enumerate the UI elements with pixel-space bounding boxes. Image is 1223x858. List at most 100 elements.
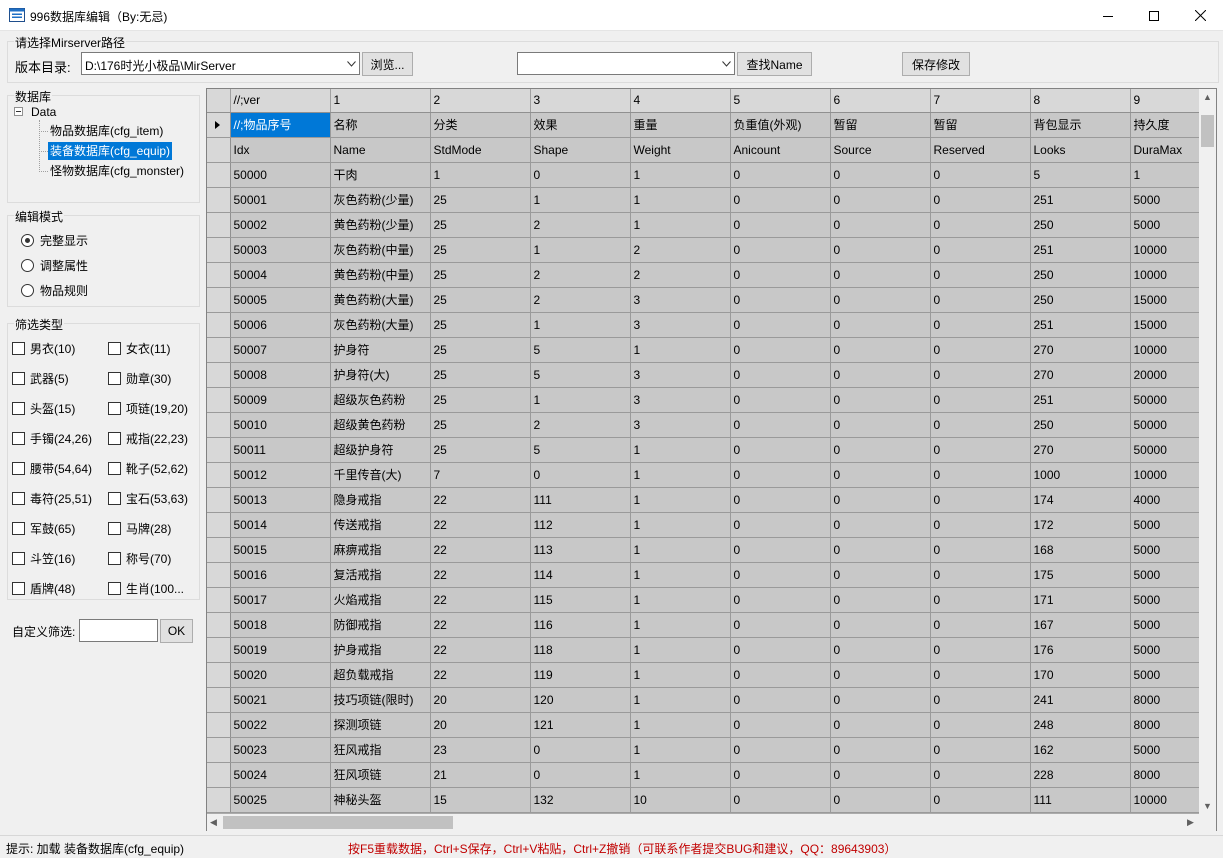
close-icon[interactable]	[1177, 0, 1223, 31]
grid-cell[interactable]: 0	[730, 712, 831, 738]
table-row[interactable]: 50000 干肉 1 0 1 0 0 0 5 1	[207, 162, 1211, 188]
grid-cell[interactable]: 0	[930, 262, 1031, 288]
grid-cell[interactable]: 0	[530, 762, 631, 788]
tree-root-data[interactable]: Data	[29, 103, 58, 121]
grid-cell[interactable]: 0	[930, 587, 1031, 613]
grid-cell[interactable]: 0	[730, 737, 831, 763]
table-row[interactable]: 50016 复活戒指 22 114 1 0 0 0 175 5000	[207, 562, 1211, 588]
grid-cell[interactable]: 270	[1030, 362, 1131, 388]
horizontal-scroll-thumb[interactable]	[223, 816, 453, 829]
grid-cell[interactable]: 15000	[1130, 287, 1211, 313]
grid-cell[interactable]: 2	[630, 237, 731, 263]
grid-cell[interactable]: Shape	[530, 137, 631, 163]
grid-cell[interactable]: 2	[530, 412, 631, 438]
grid-cell[interactable]: 防御戒指	[330, 612, 431, 638]
grid-cell[interactable]: 1	[630, 187, 731, 213]
grid-cell[interactable]: 1	[630, 687, 731, 713]
filter-checkbox[interactable]: 头盔(15)	[12, 400, 75, 416]
grid-cell[interactable]: 8000	[1130, 762, 1211, 788]
row-indicator[interactable]	[207, 712, 231, 738]
table-row[interactable]: 50004 黄色药粉(中量) 25 2 2 0 0 0 250 10000	[207, 262, 1211, 288]
grid-cell[interactable]: 0	[930, 487, 1031, 513]
grid-cell[interactable]: 隐身戒指	[330, 487, 431, 513]
vertical-scrollbar[interactable]: ▲ ▼	[1199, 89, 1216, 816]
grid-cell[interactable]: 0	[830, 237, 931, 263]
grid-cell[interactable]: 重量	[630, 112, 731, 138]
grid-cell[interactable]: 112	[530, 512, 631, 538]
grid-cell[interactable]: 25	[430, 237, 531, 263]
grid-cell[interactable]: 0	[730, 537, 831, 563]
grid-cell[interactable]: 狂风戒指	[330, 737, 431, 763]
grid-cell[interactable]: 干肉	[330, 162, 431, 188]
grid-cell[interactable]: 50000	[1130, 437, 1211, 463]
grid-cell[interactable]: 3	[630, 287, 731, 313]
table-row[interactable]: 50010 超级黄色药粉 25 2 3 0 0 0 250 50000	[207, 412, 1211, 438]
scroll-down-icon[interactable]: ▼	[1203, 801, 1212, 811]
grid-cell[interactable]: 132	[530, 787, 631, 813]
grid-cell[interactable]: 0	[730, 187, 831, 213]
grid-cell[interactable]: 113	[530, 537, 631, 563]
grid-cell[interactable]: 0	[830, 762, 931, 788]
grid-cell[interactable]: 1000	[1030, 462, 1131, 488]
grid-cell[interactable]: 5	[530, 437, 631, 463]
grid-cell[interactable]: 超级护身符	[330, 437, 431, 463]
grid-cell[interactable]: 灰色药粉(中量)	[330, 237, 431, 263]
row-indicator[interactable]	[207, 362, 231, 388]
grid-cell[interactable]: 0	[730, 662, 831, 688]
grid-cell[interactable]: Source	[830, 137, 931, 163]
grid-cell[interactable]: 0	[730, 762, 831, 788]
radio-full-display[interactable]: 完整显示	[21, 232, 88, 248]
grid-cell[interactable]: 15000	[1130, 312, 1211, 338]
filter-checkbox[interactable]: 男衣(10)	[12, 340, 75, 356]
row-indicator[interactable]	[207, 612, 231, 638]
filter-checkbox[interactable]: 马牌(28)	[108, 520, 171, 536]
grid-cell[interactable]: 狂风项链	[330, 762, 431, 788]
grid-cell[interactable]: 1	[630, 537, 731, 563]
grid-cell[interactable]: 0	[930, 687, 1031, 713]
grid-cell[interactable]: 1	[630, 637, 731, 663]
grid-cell[interactable]: 灰色药粉(少量)	[330, 187, 431, 213]
grid-cell[interactable]: 1	[530, 237, 631, 263]
grid-cell[interactable]: 50012	[230, 462, 331, 488]
grid-cell[interactable]: 0	[830, 362, 931, 388]
grid-cell[interactable]: 1	[630, 162, 731, 188]
grid-cell[interactable]: 0	[930, 712, 1031, 738]
column-header[interactable]: 6	[830, 89, 931, 113]
grid-cell[interactable]: 3	[630, 312, 731, 338]
grid-cell[interactable]: 5000	[1130, 737, 1211, 763]
grid-cell[interactable]: 0	[930, 512, 1031, 538]
grid-cell[interactable]: 0	[730, 437, 831, 463]
grid-cell[interactable]: 0	[730, 337, 831, 363]
grid-cell[interactable]: 护身戒指	[330, 637, 431, 663]
row-indicator[interactable]	[207, 562, 231, 588]
grid-cell[interactable]: 0	[730, 462, 831, 488]
grid-cell[interactable]: 50004	[230, 262, 331, 288]
grid-cell[interactable]: 50007	[230, 337, 331, 363]
table-row[interactable]: 50024 狂风项链 21 0 1 0 0 0 228 8000	[207, 762, 1211, 788]
grid-cell[interactable]: 25	[430, 212, 531, 238]
grid-cell[interactable]: 4000	[1130, 487, 1211, 513]
grid-cell[interactable]: 0	[830, 462, 931, 488]
grid-cell[interactable]: 0	[730, 587, 831, 613]
grid-cell[interactable]: 0	[930, 337, 1031, 363]
grid-cell[interactable]: 250	[1030, 412, 1131, 438]
grid-cell[interactable]: 0	[930, 437, 1031, 463]
grid-cell[interactable]: 0	[730, 612, 831, 638]
grid-cell[interactable]: 超级灰色药粉	[330, 387, 431, 413]
grid-cell[interactable]: 22	[430, 487, 531, 513]
filter-checkbox[interactable]: 生肖(100...	[108, 580, 184, 596]
row-indicator[interactable]	[207, 137, 231, 163]
grid-cell[interactable]: 神秘头盔	[330, 787, 431, 813]
filter-checkbox[interactable]: 靴子(52,62)	[108, 460, 188, 476]
table-row[interactable]: 50023 狂风戒指 23 0 1 0 0 0 162 5000	[207, 737, 1211, 763]
grid-cell[interactable]: 176	[1030, 637, 1131, 663]
grid-cell[interactable]: 超级黄色药粉	[330, 412, 431, 438]
grid-cell[interactable]: 1	[630, 212, 731, 238]
row-indicator[interactable]	[207, 512, 231, 538]
grid-cell[interactable]: 0	[930, 662, 1031, 688]
grid-cell[interactable]: 5000	[1130, 537, 1211, 563]
column-header[interactable]: 9	[1130, 89, 1211, 113]
column-header[interactable]: //;ver	[230, 89, 331, 113]
grid-cell[interactable]: 0	[930, 637, 1031, 663]
table-row[interactable]: 50009 超级灰色药粉 25 1 3 0 0 0 251 50000	[207, 387, 1211, 413]
